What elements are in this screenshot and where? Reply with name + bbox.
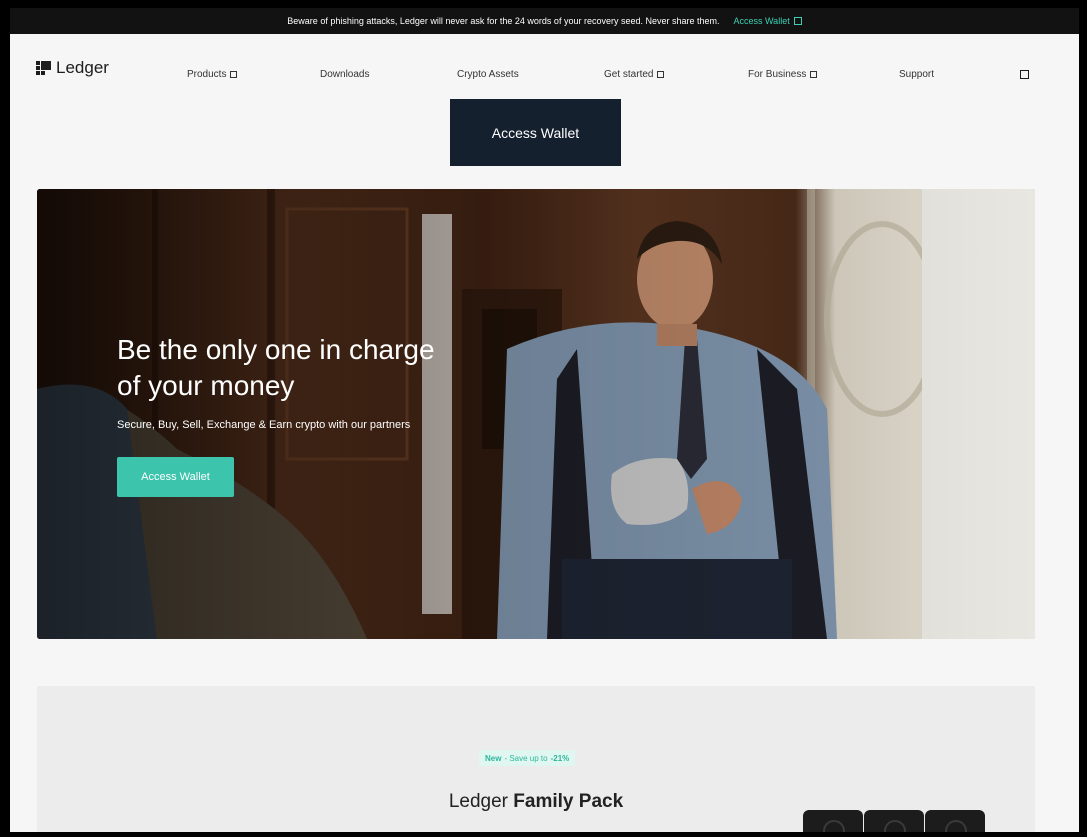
banner-text: Beware of phishing attacks, Ledger will … (287, 16, 720, 26)
discount-badge: New - Save up to -21% (479, 750, 576, 766)
hero-title: Be the only one in charge of your money (117, 334, 435, 401)
nav-item-downloads[interactable]: Downloads (320, 69, 369, 80)
family-title-bold: Family Pack (513, 791, 624, 812)
nav-item-label: Crypto Assets (457, 69, 519, 80)
dropdown-icon (230, 71, 238, 78)
external-link-icon (793, 17, 802, 25)
family-title-light: Ledger (448, 791, 509, 812)
badge-new: New (485, 753, 502, 763)
nav-item-label: Downloads (320, 69, 370, 80)
nav-item-get-started[interactable]: Get started (604, 69, 665, 80)
banner-access-wallet-link[interactable]: Access Wallet (734, 16, 802, 26)
nav-item-label: For Business (748, 69, 807, 80)
browser-page: Beware of phishing attacks, Ledger will … (10, 8, 1079, 832)
family-pack-promo: New - Save up to -21% Ledger Family Pack (37, 686, 1035, 832)
badge-text: - Save up to (504, 753, 548, 763)
ledger-logo-icon (36, 61, 51, 75)
nav-item-label: Get started (604, 69, 654, 80)
main-navigation: Ledger Products Downloads Crypto Assets … (10, 34, 1079, 94)
access-wallet-button[interactable]: Access Wallet (450, 99, 621, 166)
nav-item-label: Products (187, 69, 227, 80)
dropdown-icon (657, 71, 665, 78)
hero-background-image (37, 189, 1035, 639)
dropdown-icon (810, 71, 818, 78)
hero-access-wallet-button[interactable]: Access Wallet (117, 457, 234, 497)
nav-item-support[interactable]: Support (899, 69, 934, 80)
menu-icon[interactable] (1020, 70, 1029, 79)
nav-item-products[interactable]: Products (187, 69, 238, 80)
ledger-device-image (803, 810, 863, 832)
ledger-device-image (864, 810, 924, 832)
hero-subtitle: Secure, Buy, Sell, Exchange & Earn crypt… (117, 419, 411, 431)
hero-section: Be the only one in charge of your money … (37, 189, 1035, 639)
ledger-logo[interactable]: Ledger (36, 58, 109, 78)
banner-link-label: Access Wallet (733, 16, 790, 26)
nav-item-for-business[interactable]: For Business (748, 69, 818, 80)
logo-text: Ledger (56, 58, 109, 77)
ledger-device-image (925, 810, 985, 832)
nav-item-crypto-assets[interactable]: Crypto Assets (457, 69, 519, 80)
badge-percent: -21% (550, 753, 570, 763)
nav-item-label: Support (899, 69, 935, 80)
phishing-warning-banner: Beware of phishing attacks, Ledger will … (10, 8, 1079, 34)
